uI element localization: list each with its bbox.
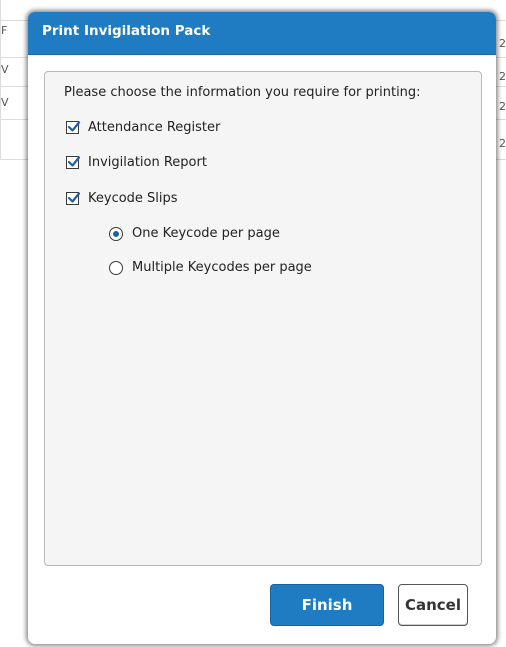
one-keycode-radio[interactable] [109, 226, 123, 241]
check-icon [67, 192, 81, 203]
bg-edge-text: V [1, 63, 9, 76]
keycode-slips-option[interactable]: Keycode Slips [66, 191, 178, 206]
check-icon [67, 156, 81, 167]
options-panel: Please choose the information you requir… [44, 71, 482, 566]
instructions-text: Please choose the information you requir… [64, 85, 421, 100]
keycode-slips-label: Keycode Slips [88, 191, 178, 206]
one-keycode-per-page-option[interactable]: One Keycode per page [109, 226, 280, 241]
attendance-register-option[interactable]: Attendance Register [66, 120, 220, 135]
finish-button[interactable]: Finish [270, 584, 384, 626]
multiple-keycodes-radio[interactable] [109, 260, 123, 275]
one-keycode-label: One Keycode per page [132, 226, 280, 241]
invigilation-report-checkbox[interactable] [66, 156, 81, 169]
multiple-keycodes-per-page-option[interactable]: Multiple Keycodes per page [109, 260, 312, 275]
bg-edge-text: F [1, 24, 8, 37]
cancel-button[interactable]: Cancel [398, 584, 468, 626]
bg-edge-text: 2 [499, 100, 506, 113]
bg-edge-text: V [1, 96, 9, 109]
dialog-titlebar: Print Invigilation Pack [28, 12, 496, 55]
attendance-register-checkbox[interactable] [66, 121, 81, 134]
bg-edge-text: 2 [499, 70, 506, 83]
bg-edge-text: 2 [499, 37, 506, 50]
invigilation-report-label: Invigilation Report [88, 155, 207, 170]
radio-dot-icon [113, 230, 119, 237]
bg-edge-text: 2 [499, 137, 506, 150]
attendance-register-label: Attendance Register [88, 120, 221, 135]
multiple-keycodes-label: Multiple Keycodes per page [132, 260, 312, 275]
keycode-slips-checkbox[interactable] [66, 192, 81, 205]
dialog-title: Print Invigilation Pack [42, 23, 211, 39]
check-icon [67, 121, 81, 132]
print-invigilation-dialog: Print Invigilation Pack Please choose th… [28, 12, 496, 644]
invigilation-report-option[interactable]: Invigilation Report [66, 155, 207, 170]
